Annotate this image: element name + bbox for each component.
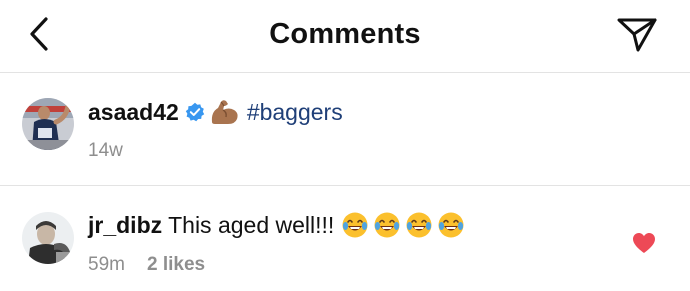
comment-username[interactable]: jr_dibz xyxy=(88,212,162,238)
avatar[interactable] xyxy=(22,98,74,150)
page-title: Comments xyxy=(269,18,421,50)
caption-username[interactable]: asaad42 xyxy=(88,99,179,125)
heart-icon[interactable] xyxy=(632,232,656,254)
comment-likes-link[interactable]: 2 likes xyxy=(147,254,205,275)
laughing-emoji-icon xyxy=(406,212,432,238)
flexed-biceps-icon xyxy=(211,100,238,124)
comment-meta: 59m 2 likes xyxy=(88,254,205,276)
comment-text: This aged well!!! xyxy=(168,212,335,238)
laughing-emoji-icon xyxy=(438,212,464,238)
caption-time: 14w xyxy=(88,140,123,161)
caption-line: asaad42 #baggers xyxy=(88,98,343,126)
verified-badge-icon xyxy=(185,102,205,122)
avatar-image xyxy=(22,212,74,264)
avatar-image xyxy=(22,98,74,150)
comment-time: 59m xyxy=(88,254,125,275)
laughing-emoji-icon xyxy=(374,212,400,238)
comment-emoji-group xyxy=(341,212,469,238)
comment-line: jr_dibz This aged well!!! xyxy=(88,211,469,239)
post-caption: asaad42 #baggers 14w xyxy=(0,73,690,186)
caption-meta: 14w xyxy=(88,140,123,162)
laughing-emoji-icon xyxy=(342,212,368,238)
header-bar: Comments xyxy=(0,0,690,73)
paper-plane-icon[interactable] xyxy=(614,12,660,58)
avatar[interactable] xyxy=(22,212,74,264)
caption-hashtag-link[interactable]: #baggers xyxy=(247,99,343,125)
comment-item: jr_dibz This aged well!!! 59m 2 likes xyxy=(0,186,690,291)
